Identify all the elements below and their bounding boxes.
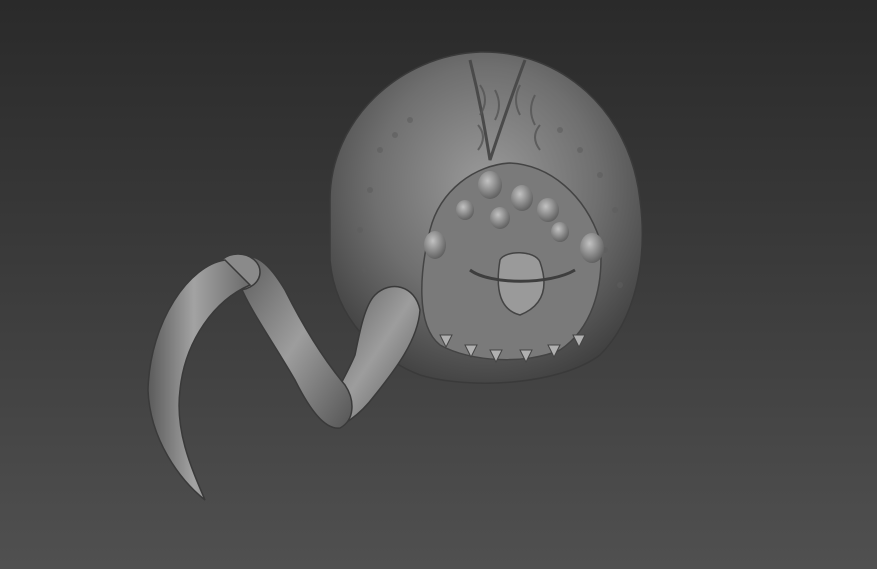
sculpt-model[interactable] bbox=[0, 0, 877, 569]
creature-arm bbox=[147, 253, 421, 501]
3d-viewport[interactable] bbox=[0, 0, 877, 569]
claw-icon bbox=[147, 259, 252, 501]
